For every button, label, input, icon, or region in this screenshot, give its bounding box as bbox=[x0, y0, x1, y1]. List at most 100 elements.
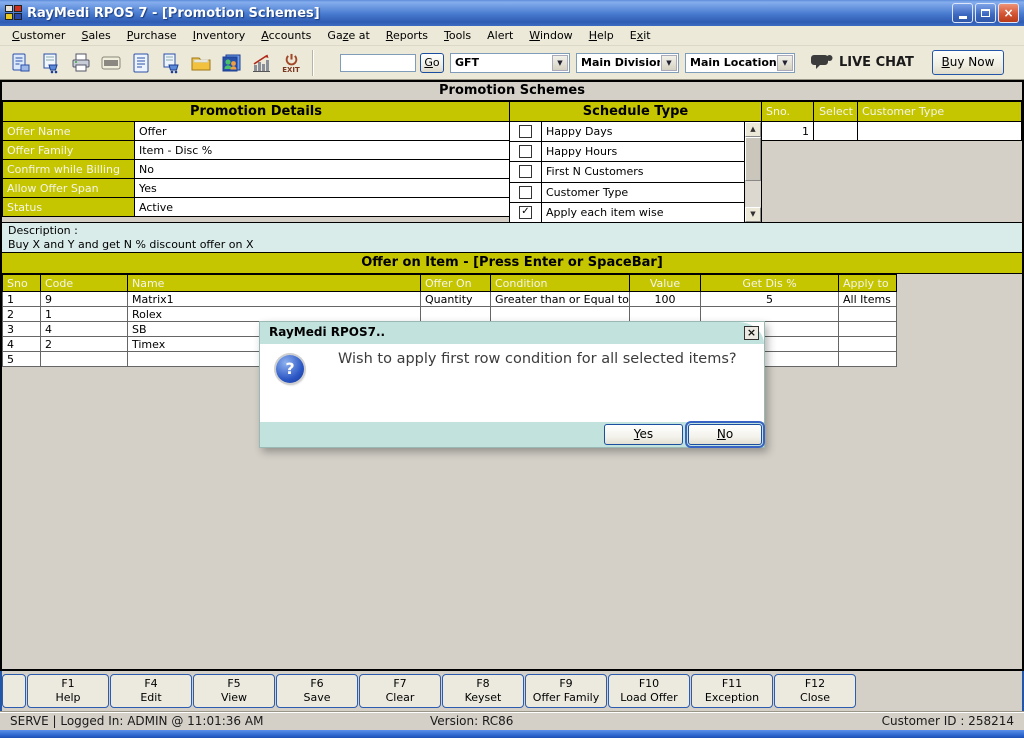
schedule-option-label[interactable]: First N Customers bbox=[541, 161, 745, 183]
purchase-cart-icon[interactable] bbox=[156, 48, 186, 78]
checkbox-icon[interactable] bbox=[519, 145, 532, 159]
sales-cart-icon[interactable] bbox=[36, 48, 66, 78]
item-cell[interactable]: 5 bbox=[2, 351, 41, 367]
live-chat-link[interactable]: LIVE CHAT bbox=[811, 54, 914, 72]
confirm-while-billing-field[interactable]: No bbox=[134, 159, 510, 179]
schedule-option-label[interactable]: Customer Type bbox=[541, 181, 745, 203]
item-cell[interactable]: 4 bbox=[2, 336, 41, 352]
item-cell[interactable] bbox=[629, 306, 701, 322]
checkbox-icon[interactable] bbox=[519, 185, 532, 199]
exit-icon[interactable]: EXIT bbox=[276, 48, 306, 78]
f9-offer-family-button[interactable]: F9 Offer Family bbox=[525, 674, 607, 708]
f8-keyset-button[interactable]: F8 Keyset bbox=[442, 674, 524, 708]
item-cell[interactable]: 4 bbox=[40, 321, 128, 337]
menu-tools[interactable]: Tools bbox=[436, 27, 479, 44]
customer-type-value-cell[interactable] bbox=[857, 121, 1022, 141]
item-cell[interactable] bbox=[40, 351, 128, 367]
f6-save-button[interactable]: F6 Save bbox=[276, 674, 358, 708]
menu-inventory[interactable]: Inventory bbox=[185, 27, 254, 44]
schedule-checkbox-cell[interactable] bbox=[509, 141, 542, 163]
item-cell[interactable] bbox=[838, 336, 897, 352]
item-cell[interactable]: 9 bbox=[40, 291, 128, 307]
menu-sales[interactable]: Sales bbox=[73, 27, 118, 44]
item-cell[interactable]: 1 bbox=[40, 306, 128, 322]
scroll-up-icon[interactable]: ▲ bbox=[745, 122, 761, 137]
location-combo[interactable]: Main Location ▼ bbox=[685, 52, 795, 73]
schedule-checkbox-cell[interactable] bbox=[509, 120, 542, 143]
item-cell[interactable] bbox=[700, 306, 839, 322]
f11-exception-button[interactable]: F11 Exception bbox=[691, 674, 773, 708]
offer-name-field[interactable]: Offer bbox=[134, 121, 510, 141]
schedule-option-label[interactable]: Apply each item wise bbox=[541, 201, 745, 224]
users-icon[interactable] bbox=[216, 48, 246, 78]
menu-accounts[interactable]: Accounts bbox=[253, 27, 319, 44]
checkbox-checked-icon[interactable]: ✓ bbox=[519, 205, 532, 219]
item-cell[interactable]: Greater than or Equal to bbox=[490, 291, 630, 307]
quick-search-input[interactable] bbox=[340, 53, 416, 72]
item-cell[interactable]: 5 bbox=[700, 291, 839, 307]
item-cell[interactable] bbox=[838, 321, 897, 337]
division-combo[interactable]: Main Division ▼ bbox=[576, 52, 679, 73]
scrollbar-track[interactable] bbox=[746, 181, 761, 207]
offer-family-field[interactable]: Item - Disc % bbox=[134, 140, 510, 160]
f4-edit-button[interactable]: F4 Edit bbox=[110, 674, 192, 708]
menu-gaze-at[interactable]: Gaze at bbox=[319, 27, 377, 44]
buy-now-button[interactable]: Buy Now bbox=[932, 50, 1004, 75]
schedule-option-label[interactable]: Happy Hours bbox=[541, 141, 745, 163]
schedule-option-label[interactable]: Happy Days bbox=[541, 120, 745, 143]
item-cell[interactable] bbox=[838, 306, 897, 322]
f5-view-button[interactable]: F5 View bbox=[193, 674, 275, 708]
menu-reports[interactable]: Reports bbox=[378, 27, 436, 44]
item-cell[interactable]: All Items bbox=[838, 291, 897, 307]
invoice-icon[interactable] bbox=[6, 48, 36, 78]
status-field[interactable]: Active bbox=[134, 197, 510, 217]
minimize-button[interactable] bbox=[952, 3, 973, 23]
item-cell[interactable] bbox=[490, 306, 630, 322]
chart-icon[interactable] bbox=[246, 48, 276, 78]
menu-window[interactable]: Window bbox=[521, 27, 580, 44]
scroll-down-icon[interactable]: ▼ bbox=[745, 207, 761, 222]
item-cell[interactable]: Quantity bbox=[420, 291, 491, 307]
schedule-checkbox-cell[interactable] bbox=[509, 161, 542, 183]
schedule-checkbox-cell[interactable] bbox=[509, 181, 542, 203]
item-cell[interactable]: 2 bbox=[40, 336, 128, 352]
menu-alert[interactable]: Alert bbox=[479, 27, 521, 44]
go-button[interactable]: Go bbox=[420, 52, 444, 73]
menu-help[interactable]: Help bbox=[581, 27, 622, 44]
item-cell[interactable]: Matrix1 bbox=[127, 291, 421, 307]
yes-button[interactable]: Yes bbox=[604, 424, 683, 445]
chevron-down-icon[interactable]: ▼ bbox=[777, 54, 793, 71]
dialog-close-icon[interactable]: × bbox=[744, 326, 759, 340]
ledger-icon[interactable] bbox=[126, 48, 156, 78]
item-cell[interactable]: 1 bbox=[2, 291, 41, 307]
store-combo[interactable]: GFT ▼ bbox=[450, 52, 570, 73]
f12-close-button[interactable]: F12 Close bbox=[774, 674, 856, 708]
chevron-down-icon[interactable]: ▼ bbox=[661, 54, 677, 71]
item-cell[interactable]: 3 bbox=[2, 321, 41, 337]
folder-icon[interactable] bbox=[186, 48, 216, 78]
menu-exit[interactable]: Exit bbox=[622, 27, 659, 44]
printer-icon[interactable] bbox=[66, 48, 96, 78]
checkbox-icon[interactable] bbox=[519, 125, 532, 139]
f7-clear-button[interactable]: F7 Clear bbox=[359, 674, 441, 708]
checkbox-icon[interactable] bbox=[519, 165, 532, 179]
menu-customer[interactable]: Customer bbox=[4, 27, 73, 44]
scrollbar-thumb[interactable] bbox=[745, 137, 761, 181]
customer-type-sno-cell[interactable]: 1 bbox=[761, 121, 814, 141]
item-cell[interactable] bbox=[838, 351, 897, 367]
schedule-scrollbar[interactable]: ▲ ▼ bbox=[744, 121, 762, 223]
schedule-checkbox-cell[interactable]: ✓ bbox=[509, 201, 542, 224]
item-cell[interactable]: 2 bbox=[2, 306, 41, 322]
f1-help-button[interactable]: F1 Help bbox=[27, 674, 109, 708]
f10-load-offer-button[interactable]: F10 Load Offer bbox=[608, 674, 690, 708]
restore-button[interactable] bbox=[975, 3, 996, 23]
item-cell[interactable]: Rolex bbox=[127, 306, 421, 322]
item-cell[interactable] bbox=[420, 306, 491, 322]
menu-purchase[interactable]: Purchase bbox=[119, 27, 185, 44]
item-cell[interactable]: 100 bbox=[629, 291, 701, 307]
close-button[interactable]: × bbox=[998, 3, 1019, 23]
no-button[interactable]: No bbox=[685, 421, 765, 448]
allow-offer-span-field[interactable]: Yes bbox=[134, 178, 510, 198]
barcode-icon[interactable] bbox=[96, 48, 126, 78]
chevron-down-icon[interactable]: ▼ bbox=[552, 54, 568, 71]
